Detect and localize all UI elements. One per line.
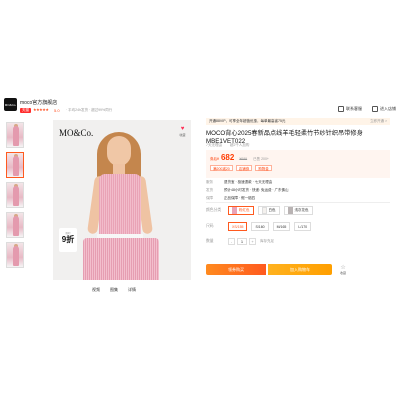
quantity-input[interactable]: 1 [237, 238, 247, 245]
tab-video[interactable]: 视频 [92, 287, 100, 293]
color-options: 颜色分类 粉红色 白色 浅灰花色 [206, 206, 313, 215]
heart-icon: ♥ [180, 126, 185, 132]
store-rating-stars: ★★★★★ [33, 107, 49, 112]
thumbnail-5[interactable] [6, 242, 24, 268]
contact-service-label: 联系客服 [346, 106, 362, 111]
enter-store-button[interactable]: 进入店铺 [372, 106, 396, 112]
coupon-3[interactable]: 购物金 [255, 165, 272, 171]
pink-knit-skirt [83, 238, 159, 280]
coupon-2[interactable]: 店铺券 [235, 165, 253, 171]
vip-notice-link[interactable]: 立即开通 > [370, 118, 387, 125]
quantity-stepper: - 1 + [228, 238, 256, 245]
vip-notice-text: 开通88VIP，可享全年超值优惠，每单最高省75元 [209, 119, 286, 123]
vip-notice-bar[interactable]: 开通88VIP，可享全年超值优惠，每单最高省75元 立即开通 > [206, 118, 390, 125]
guarantee-label: 保障 [206, 196, 213, 200]
store-tag-badge: 天猫 [20, 108, 31, 113]
size-m-label: M/165 [276, 224, 287, 229]
color-option-pink[interactable]: 粉红色 [228, 206, 254, 215]
collect-label: 收藏 [340, 270, 347, 275]
price-label: 券后¥ [210, 157, 219, 161]
white-swatch [261, 207, 267, 214]
store-header: MO&Co. moco官方旗舰店 天猫 ★★★★★ 5.0 · 平均24h发货 … [4, 98, 204, 118]
chat-icon [338, 106, 344, 112]
model-face [107, 136, 131, 166]
favorite-label: 收藏 [179, 133, 186, 137]
discount-big-text: 9折 [61, 235, 75, 244]
price-value: 682 [220, 153, 235, 162]
tab-gallery[interactable]: 图集 [110, 287, 118, 293]
color-option-white[interactable]: 白色 [257, 206, 280, 215]
color-white-label: 白色 [268, 208, 276, 212]
discount-small-text: 限时 [65, 232, 71, 235]
delivery-label: 发货 [206, 188, 213, 192]
quantity-label: 数量 [206, 239, 214, 243]
thumbnail-1[interactable] [6, 122, 24, 148]
image-tabs: 视频 图集 详情 [92, 287, 136, 293]
collect-button[interactable]: ☆ 收藏 [340, 265, 346, 275]
purchase-actions: 领券购买 加入购物车 ☆ 收藏 [206, 264, 346, 275]
color-gray-label: 浅灰花色 [294, 208, 309, 212]
store-icon [372, 106, 378, 112]
stock-note: 库存充足 [260, 239, 274, 243]
size-l-label: L/170 [298, 224, 308, 229]
store-logo[interactable]: MO&Co. [4, 98, 17, 111]
color-pink-label: 粉红色 [239, 208, 250, 212]
coupon-list: 满200减20 店铺券 购物金 [210, 165, 272, 171]
buy-now-button[interactable]: 领券购买 [206, 264, 266, 275]
tab-details[interactable]: 详情 [128, 287, 136, 293]
color-label: 颜色分类 [206, 208, 222, 212]
thumbnail-3[interactable] [6, 182, 24, 208]
service-value: 退货宝 · 极速退款 · 七天无理由 [224, 180, 273, 184]
size-options: 尺码 XS/155 S/160 M/165 L/170 [206, 222, 312, 231]
size-option-s[interactable]: S/160 [251, 222, 269, 231]
favorite-button[interactable]: ♥ 收藏 [178, 126, 187, 140]
product-sub-2: 超2千人加购 [229, 143, 250, 147]
enter-store-label: 进入店铺 [380, 106, 396, 111]
price-box: 券后¥ 682 ¥699 已售 200+ 满200减20 店铺券 购物金 [206, 150, 390, 178]
delivery-value: 预计48小时发货 · 快递: 免运费 · 广东佛山 [224, 188, 289, 192]
store-name[interactable]: moco官方旗舰店 [20, 99, 57, 106]
size-xs-label: XS/155 [232, 224, 244, 229]
add-to-cart-button[interactable]: 加入购物车 [268, 264, 332, 275]
color-option-gray[interactable]: 浅灰花色 [283, 206, 313, 215]
store-meta: · 平均24h发货 · 超过99%同行 [66, 108, 113, 112]
discount-badge: 限时 9折 [59, 228, 77, 252]
service-label: 服务 [206, 180, 213, 184]
gray-swatch [287, 207, 293, 214]
size-option-xs[interactable]: XS/155 [228, 222, 248, 231]
shipping-info: 服务 退货宝 · 极速退款 · 七天无理由 发货 预计48小时发货 · 快递: … [206, 180, 390, 204]
product-sub-1: 7天无理由 [206, 143, 222, 147]
sold-count: 已售 200+ [253, 157, 269, 161]
size-option-l[interactable]: L/170 [294, 222, 312, 231]
pink-knit-top [99, 174, 141, 238]
main-product-image[interactable]: MO&Co. ♥ 收藏 限时 9折 [53, 120, 191, 280]
top-actions: 联系客服 进入店铺 [338, 106, 396, 112]
thumbnail-4[interactable] [6, 212, 24, 238]
contact-service-button[interactable]: 联系客服 [338, 106, 362, 112]
store-rating-score: 5.0 [54, 107, 60, 113]
product-sub-info: 7天无理由 超2千人加购 [206, 143, 249, 148]
original-price: ¥699 [239, 157, 248, 161]
quantity-plus-button[interactable]: + [249, 238, 256, 245]
coupon-1[interactable]: 满200减20 [210, 165, 233, 171]
quantity-minus-button[interactable]: - [228, 238, 235, 245]
size-label: 尺码 [206, 224, 214, 228]
divider [206, 202, 390, 203]
quantity-row: 数量 - 1 + 库存充足 [206, 238, 274, 245]
thumbnail-list [6, 122, 26, 272]
thumbnail-2[interactable] [6, 152, 24, 178]
guarantee-value: 正品保障 · 假一赔四 [224, 196, 256, 200]
size-option-m[interactable]: M/165 [272, 222, 291, 231]
brand-logo: MO&Co. [59, 128, 94, 138]
size-s-label: S/160 [255, 224, 265, 229]
pink-swatch [232, 207, 237, 214]
